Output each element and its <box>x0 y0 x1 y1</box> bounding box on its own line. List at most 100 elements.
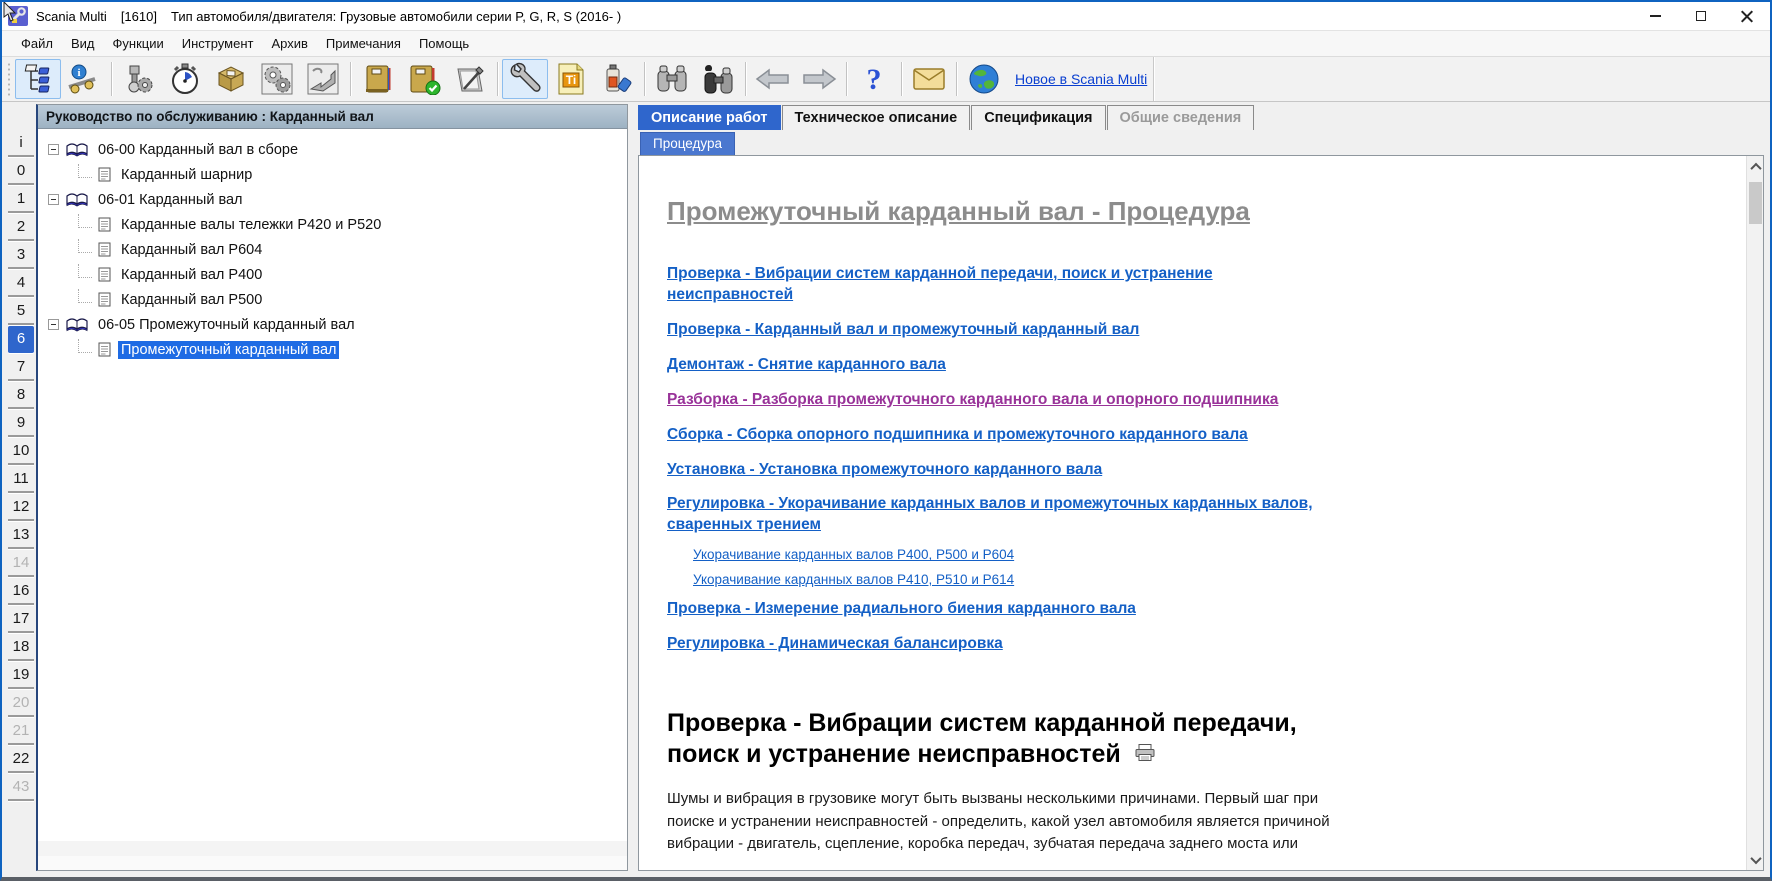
tree-node-kardanny-sharnir[interactable]: Карданный шарнир <box>48 162 623 187</box>
search-results-button[interactable] <box>695 59 741 99</box>
section-button-4[interactable]: 4 <box>8 270 34 297</box>
forward-arrow-icon <box>801 67 837 91</box>
content-scrollbar[interactable] <box>1746 156 1763 870</box>
whats-new-link[interactable]: Новое в Scania Multi <box>1015 71 1147 87</box>
section-button-i[interactable]: i <box>8 130 34 157</box>
notes-button[interactable] <box>447 59 493 99</box>
section-button-6-selected[interactable]: 6 <box>8 326 34 353</box>
document-icon <box>98 242 111 257</box>
forward-button[interactable] <box>796 59 842 99</box>
section-button-8[interactable]: 8 <box>8 382 34 409</box>
section-button-16[interactable]: 16 <box>8 578 34 605</box>
toolbar: i <box>2 56 1770 102</box>
toolbar-separator <box>901 62 902 96</box>
link-shortening-p400[interactable]: Укорачивание карданных валов P400, P500 … <box>693 546 1353 564</box>
section-button-11[interactable]: 11 <box>8 466 34 493</box>
link-removal[interactable]: Демонтаж - Снятие карданного вала <box>667 355 1327 376</box>
service-work-button[interactable] <box>502 59 548 99</box>
page-title[interactable]: Промежуточный карданный вал - Процедура <box>667 196 1715 227</box>
tab-technical-description[interactable]: Техническое описание <box>782 105 971 130</box>
tree-node-val-p400[interactable]: Карданный вал P400 <box>48 262 623 287</box>
menu-functions[interactable]: Функции <box>104 32 173 55</box>
document-content: Промежуточный карданный вал - Процедура … <box>639 156 1745 858</box>
back-button[interactable] <box>750 59 796 99</box>
section-button-12[interactable]: 12 <box>8 494 34 521</box>
toolbar-separator <box>956 62 957 96</box>
scroll-down-arrow[interactable] <box>1747 851 1764 868</box>
search-button[interactable] <box>649 59 695 99</box>
print-icon[interactable] <box>1135 739 1155 770</box>
collapse-icon[interactable] <box>48 194 59 205</box>
section-button-7[interactable]: 7 <box>8 354 34 381</box>
section-button-1[interactable]: 1 <box>8 186 34 213</box>
tree-node-06-00[interactable]: 06-00 Карданный вал в сборе <box>48 137 623 162</box>
section-button-22[interactable]: 22 <box>8 746 34 773</box>
section-button-43: 43 <box>8 774 34 801</box>
menu-view[interactable]: Вид <box>62 32 104 55</box>
navigation-panel-header: Руководство по обслуживанию : Карданный … <box>38 105 627 129</box>
scroll-up-arrow[interactable] <box>1747 158 1764 175</box>
minimize-button[interactable] <box>1632 2 1678 30</box>
menu-archive[interactable]: Архив <box>262 32 316 55</box>
section-button-0[interactable]: 0 <box>8 158 34 185</box>
tab-specification[interactable]: Спецификация <box>971 105 1105 130</box>
link-vibration-check[interactable]: Проверка - Вибрации систем карданной пер… <box>667 264 1327 306</box>
tree-node-val-p500[interactable]: Карданный вал P500 <box>48 287 623 312</box>
standard-times-button[interactable] <box>162 59 208 99</box>
maximize-button[interactable] <box>1678 2 1724 30</box>
menu-file[interactable]: Файл <box>12 32 62 55</box>
close-button[interactable] <box>1724 2 1770 30</box>
manual-checked-button[interactable] <box>401 59 447 99</box>
section-button-13[interactable]: 13 <box>8 522 34 549</box>
technical-info-button[interactable]: Ti <box>548 59 594 99</box>
vehicle-info-button[interactable]: i <box>61 59 107 99</box>
mail-icon <box>912 66 946 92</box>
section-button-10[interactable]: 10 <box>8 438 34 465</box>
tree-node-promezhutochny-val-selected[interactable]: Промежуточный карданный вал <box>48 337 623 362</box>
link-shortening-p410[interactable]: Укорачивание карданных валов P410, P510 … <box>693 571 1353 589</box>
section-button-3[interactable]: 3 <box>8 242 34 269</box>
link-disassembly[interactable]: Разборка - Разборка промежуточного карда… <box>667 390 1327 411</box>
collapse-icon[interactable] <box>48 144 59 155</box>
section-button-9[interactable]: 9 <box>8 410 34 437</box>
toolbar-separator <box>745 62 746 96</box>
subtab-bar: Процедура <box>638 130 1764 155</box>
engine-data-button[interactable] <box>116 59 162 99</box>
collapse-icon[interactable] <box>48 319 59 330</box>
menu-tool[interactable]: Инструмент <box>173 32 263 55</box>
tree-node-valy-telezhki[interactable]: Карданные валы тележки P420 и P520 <box>48 212 623 237</box>
panel-splitter[interactable] <box>628 104 638 871</box>
vehicle-info-icon: i <box>67 63 101 95</box>
section-button-18[interactable]: 18 <box>8 634 34 661</box>
exhaust-catalog-button[interactable] <box>300 59 346 99</box>
tree-node-06-05[interactable]: 06-05 Промежуточный карданный вал <box>48 312 623 337</box>
subtab-procedure[interactable]: Процедура <box>640 132 735 155</box>
section-button-5[interactable]: 5 <box>8 298 34 325</box>
navigator-button[interactable] <box>15 59 61 99</box>
section-button-2[interactable]: 2 <box>8 214 34 241</box>
link-assembly[interactable]: Сборка - Сборка опорного подшипника и пр… <box>667 425 1327 446</box>
manual-button[interactable] <box>355 59 401 99</box>
link-shortening[interactable]: Регулировка - Укорачивание карданных вал… <box>667 494 1327 536</box>
tree-node-val-p604[interactable]: Карданный вал P604 <box>48 237 623 262</box>
section-button-17[interactable]: 17 <box>8 606 34 633</box>
navigator-icon <box>22 63 54 95</box>
menu-notes[interactable]: Примечания <box>317 32 410 55</box>
help-button[interactable]: ? <box>851 59 897 99</box>
link-dynamic-balancing[interactable]: Регулировка - Динамическая балансировка <box>667 634 1327 655</box>
parts-button[interactable] <box>208 59 254 99</box>
menu-help[interactable]: Помощь <box>410 32 478 55</box>
link-runout-check[interactable]: Проверка - Измерение радиального биения … <box>667 599 1327 620</box>
open-book-icon <box>66 192 88 208</box>
link-shaft-check[interactable]: Проверка - Карданный вал и промежуточный… <box>667 320 1327 341</box>
section-button-19[interactable]: 19 <box>8 662 34 689</box>
mail-button[interactable] <box>906 59 952 99</box>
link-installation[interactable]: Установка - Установка промежуточного кар… <box>667 460 1327 481</box>
globe-icon <box>968 63 1000 95</box>
tab-work-description[interactable]: Описание работ <box>638 105 781 130</box>
tree-node-06-01[interactable]: 06-01 Карданный вал <box>48 187 623 212</box>
lubricants-button[interactable] <box>594 59 640 99</box>
web-button[interactable] <box>961 59 1007 99</box>
scrollbar-thumb[interactable] <box>1749 182 1762 224</box>
gears-catalog-button[interactable] <box>254 59 300 99</box>
